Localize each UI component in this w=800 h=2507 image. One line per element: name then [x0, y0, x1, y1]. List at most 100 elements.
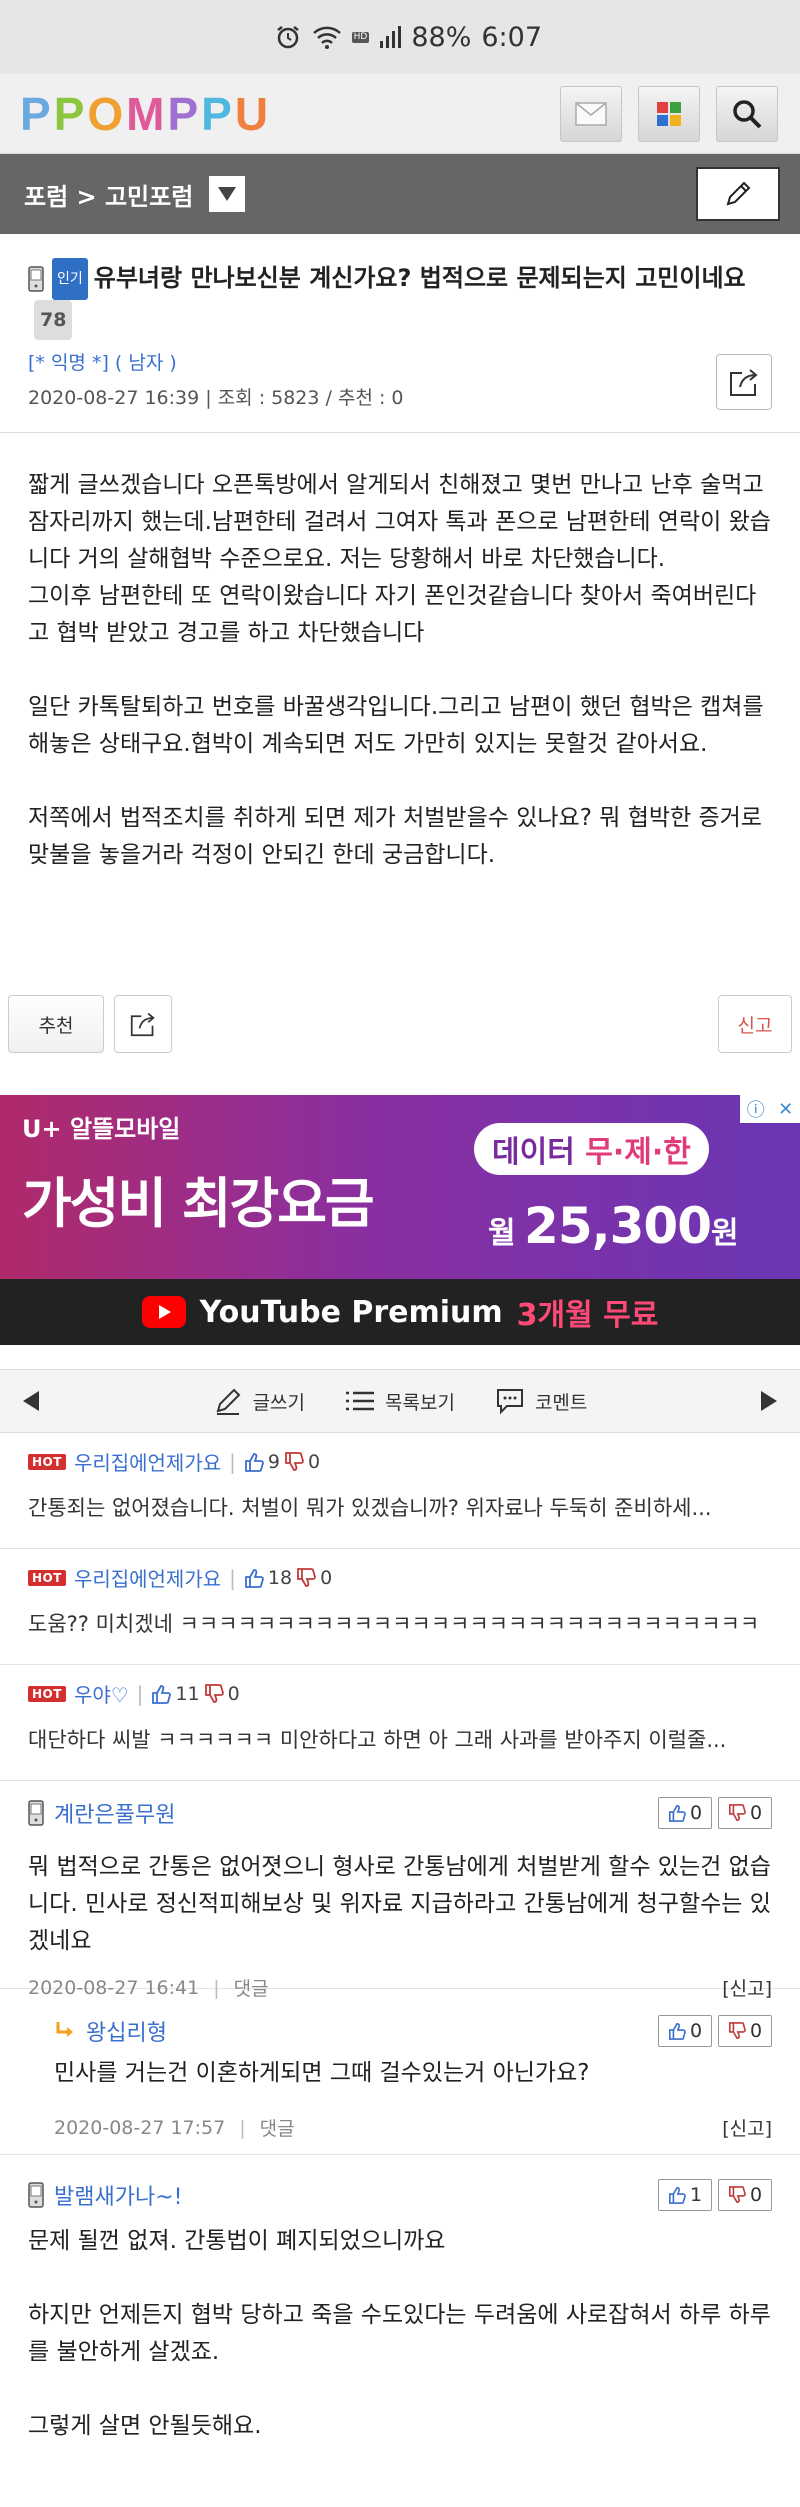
upvote-button[interactable]: 0 [658, 2015, 712, 2047]
comment-nickname[interactable]: 계란은풀무원 [54, 1797, 175, 1829]
ad-price: 월 25,300원 [488, 1197, 739, 1255]
pencil-icon [726, 181, 751, 206]
mobile-icon [28, 266, 44, 292]
next-post-button[interactable] [760, 1390, 778, 1412]
comment-link[interactable]: 코멘트 [495, 1387, 587, 1415]
ad-data-highlight: 무·제·한 [585, 1135, 691, 1170]
triangle-right-icon [760, 1391, 777, 1411]
list-link[interactable]: 목록보기 [345, 1388, 455, 1415]
ad-price-unit: 원 [711, 1216, 739, 1251]
hot-comment-list: HOT 우리집에언제가요 | 9 0 간통죄는 없어졌습니다. 처벌이 뭐가 있… [0, 1433, 800, 1781]
downvote-button[interactable]: 0 [718, 2179, 772, 2211]
comment-nickname[interactable]: 왕십리형 [86, 2015, 167, 2047]
triangle-down-icon [218, 187, 237, 201]
ppomppu-logo[interactable]: PPOMPPU [20, 87, 271, 141]
ad-youtube-label: YouTube Premium [199, 1294, 503, 1330]
comment-nickname[interactable]: 우야♡ [74, 1679, 129, 1708]
downvote-count: 0 [227, 1682, 240, 1705]
downvote-count: 0 [307, 1450, 321, 1473]
list-icon [346, 1391, 375, 1411]
signal-icon [380, 26, 402, 48]
clock: 6:07 [481, 21, 542, 53]
post-meta: 2020-08-27 16:39 | 조회 : 5823 / 추천 : 0 [28, 387, 404, 409]
write-post-button[interactable] [696, 167, 780, 221]
write-link[interactable]: 글쓰기 [213, 1386, 305, 1416]
post-title: 인기 유부녀랑 만나보신분 계신가요? 법적으로 문제되는지 고민이네요 78 [28, 258, 772, 340]
list-label: 목록보기 [385, 1391, 455, 1414]
status-bar: HD 88% 6:07 [0, 0, 800, 74]
comment-text: 뭐 법적으로 간통은 없어졋으니 형사로 간통남에게 처벌받게 할수 있는건 없… [28, 1854, 771, 1954]
share-button[interactable] [716, 354, 772, 410]
ad-data-prefix: 데이터 [492, 1135, 586, 1170]
hot-comment[interactable]: HOT 우리집에언제가요 | 18 0 도움?? 미치겠네 ㅋㅋㅋㅋㅋㅋㅋㅋㅋㅋ… [0, 1549, 800, 1665]
logo-letter: M [126, 87, 168, 140]
upvote-button[interactable]: 1 [658, 2179, 712, 2211]
upvote-count: 18 [267, 1566, 293, 1589]
ad-banner[interactable]: U+ 알뜰모바일 가성비 최강요금 데이터 무·제·한 월 25,300원 Yo… [0, 1095, 800, 1345]
hot-comment[interactable]: HOT 우리집에언제가요 | 9 0 간통죄는 없어졌습니다. 처벌이 뭐가 있… [0, 1433, 800, 1549]
status-icons: HD 88% 6:07 [274, 22, 542, 53]
speech-bubble-icon [496, 1389, 523, 1415]
comment-text: 문제 될껀 없져. 간통법이 폐지되었으니까요 [28, 2228, 446, 2254]
thumbs-up-icon [152, 1684, 172, 1704]
ad-info-icon[interactable]: ⓘ [747, 1096, 765, 1122]
comment-nickname[interactable]: 발램새가나~! [54, 2179, 182, 2211]
separator: | [229, 1565, 236, 1590]
upvote-button[interactable]: 0 [658, 1797, 712, 1829]
post-share-button[interactable] [114, 995, 172, 1053]
comment-text: 간통죄는 없어졌습니다. 처벌이 뭐가 있겠습니까? 위자료나 두둑히 준비하세… [28, 1496, 712, 1520]
ad-price-value: 25,300 [524, 1197, 712, 1255]
reply-link[interactable]: 댓글 [260, 2114, 295, 2141]
ad-data-pill: 데이터 무·제·한 [474, 1123, 709, 1175]
comment-label: 코멘트 [534, 1391, 588, 1414]
thumbs-up-icon [244, 1452, 264, 1472]
thumbs-down-icon [728, 2186, 746, 2204]
logo-letter: P [53, 87, 88, 140]
triangle-left-icon [23, 1391, 39, 1411]
vote-counts: 18 0 [244, 1567, 332, 1589]
comment-nickname[interactable]: 우리집에언제가요 [74, 1447, 221, 1476]
breadcrumb-text[interactable]: 포럼 > 고민포럼 [24, 177, 193, 212]
thumbs-up-icon [668, 2186, 686, 2204]
comment-nickname[interactable]: 우리집에언제가요 [74, 1563, 221, 1592]
vote-counts: 9 0 [244, 1451, 320, 1473]
share-icon [130, 1012, 155, 1037]
comment: 발램새가나~! 1 0 문제 될껀 없져. 간통법이 폐지되었으니까요 하지만 … [0, 2155, 800, 2445]
breadcrumb: 포럼 > 고민포럼 [24, 176, 246, 212]
message-button[interactable] [560, 85, 622, 142]
alarm-icon [276, 26, 299, 49]
downvote-button[interactable]: 0 [718, 1797, 772, 1829]
write-label: 글쓰기 [252, 1391, 306, 1414]
post-paragraph: 저쪽에서 법적조치를 취하게 되면 제가 처벌받을수 있나요? 뭐 협박한 증거… [28, 805, 762, 868]
apps-menu-button[interactable] [638, 85, 700, 142]
recommend-button[interactable]: 추천 [8, 995, 104, 1053]
prev-post-button[interactable] [22, 1390, 40, 1412]
search-button[interactable] [716, 85, 778, 142]
comment-report-link[interactable]: [신고] [722, 2114, 772, 2141]
post-author[interactable]: [* 익명 *] ( 남자 ) [28, 348, 772, 375]
colored-grid-icon [657, 101, 681, 126]
ad-choices[interactable]: ⓘ ✕ [740, 1095, 800, 1123]
downvote-count: 0 [749, 1802, 763, 1824]
reply-comment: 왕십리형 0 0 민사를 거는건 이혼하게되면 그때 걸수있는거 아닌가요? 2… [0, 1989, 800, 2155]
ad-youtube-strip: YouTube Premium 3개월 무료 [0, 1279, 800, 1345]
forum-bar: 포럼 > 고민포럼 [0, 154, 800, 234]
comment-text: 하지만 언제든지 협박 당하고 죽을 수도있다는 두려움에 사로잡혀서 하루 하… [28, 2302, 771, 2365]
search-icon [733, 99, 762, 128]
hot-comment[interactable]: HOT 우야♡ | 11 0 대단하다 씨발 ㅋㅋㅋㅋㅋㅋ 미안하다고 하면 아… [0, 1665, 800, 1781]
comment-count-badge[interactable]: 78 [34, 300, 73, 340]
forum-dropdown-button[interactable] [209, 176, 246, 212]
comment-text: 도움?? 미치겠네 ㅋㅋㅋㅋㅋㅋㅋㅋㅋㅋㅋㅋㅋㅋㅋㅋㅋㅋㅋㅋㅋㅋㅋㅋㅋㅋㅋㅋㅋㅋ [28, 1612, 760, 1636]
pencil-icon [216, 1388, 240, 1415]
separator: | [136, 1681, 144, 1706]
comment: 계란은풀무원 0 0 뭐 법적으로 간통은 없어졋으니 형사로 간통남에게 처벌… [0, 1781, 800, 2000]
logo-letter: P [167, 87, 202, 140]
post-paragraph: 짧게 글쓰겠습니다 오픈톡방에서 알게되서 친해졌고 몇번 만나고 난후 술먹고… [28, 472, 771, 646]
downvote-button[interactable]: 0 [718, 2015, 772, 2047]
report-button[interactable]: 신고 [718, 995, 792, 1053]
ad-close-icon[interactable]: ✕ [778, 1099, 793, 1120]
thumbs-up-icon [244, 1568, 264, 1588]
downvote-count: 0 [749, 2020, 763, 2042]
post-header: 인기 유부녀랑 만나보신분 계신가요? 법적으로 문제되는지 고민이네요 78 [*… [0, 234, 800, 433]
hd-voice-badge: HD [351, 31, 370, 43]
